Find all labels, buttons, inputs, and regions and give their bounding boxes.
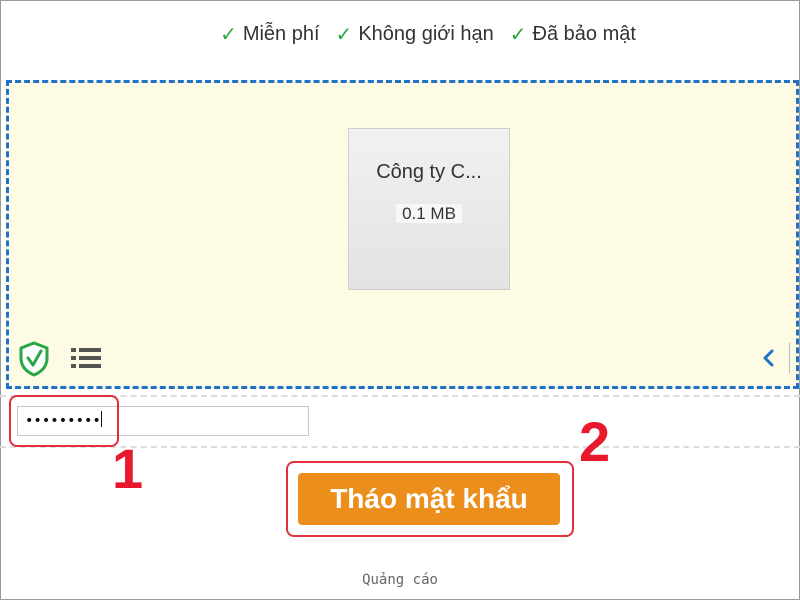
feature-label: Đã bảo mật — [532, 23, 636, 45]
unlock-password-button[interactable]: Tháo mật khẩu — [298, 473, 560, 525]
ad-label: Quảng cáo — [362, 572, 438, 588]
features-bar: ✓ Miễn phí ✓ Không giới hạn ✓ Đã bảo mật — [0, 22, 800, 47]
divider — [789, 343, 790, 373]
check-icon: ✓ — [220, 24, 237, 46]
list-icon[interactable] — [70, 347, 102, 369]
feature-secured: ✓ Đã bảo mật — [510, 22, 636, 47]
feature-free: ✓ Miễn phí — [220, 22, 319, 47]
divider — [0, 395, 800, 397]
file-card[interactable]: Công ty C... 0.1 MB — [348, 128, 510, 290]
shield-check-icon[interactable] — [18, 341, 50, 377]
feature-unlimited: ✓ Không giới hạn — [336, 22, 494, 47]
file-name: Công ty C... — [376, 161, 482, 183]
file-size: 0.1 MB — [349, 204, 509, 224]
file-size-value: 0.1 MB — [396, 204, 462, 223]
check-icon: ✓ — [335, 24, 353, 46]
feature-label: Không giới hạn — [358, 23, 494, 45]
feature-label: Miễn phí — [242, 23, 320, 45]
file-drop-area[interactable]: Công ty C... 0.1 MB — [6, 80, 799, 389]
step-number-2: 2 — [579, 410, 611, 473]
check-icon: ✓ — [509, 24, 527, 46]
step-number-1: 1 — [112, 437, 144, 500]
chevron-left-icon[interactable] — [760, 348, 776, 368]
password-highlight-box — [9, 395, 119, 447]
